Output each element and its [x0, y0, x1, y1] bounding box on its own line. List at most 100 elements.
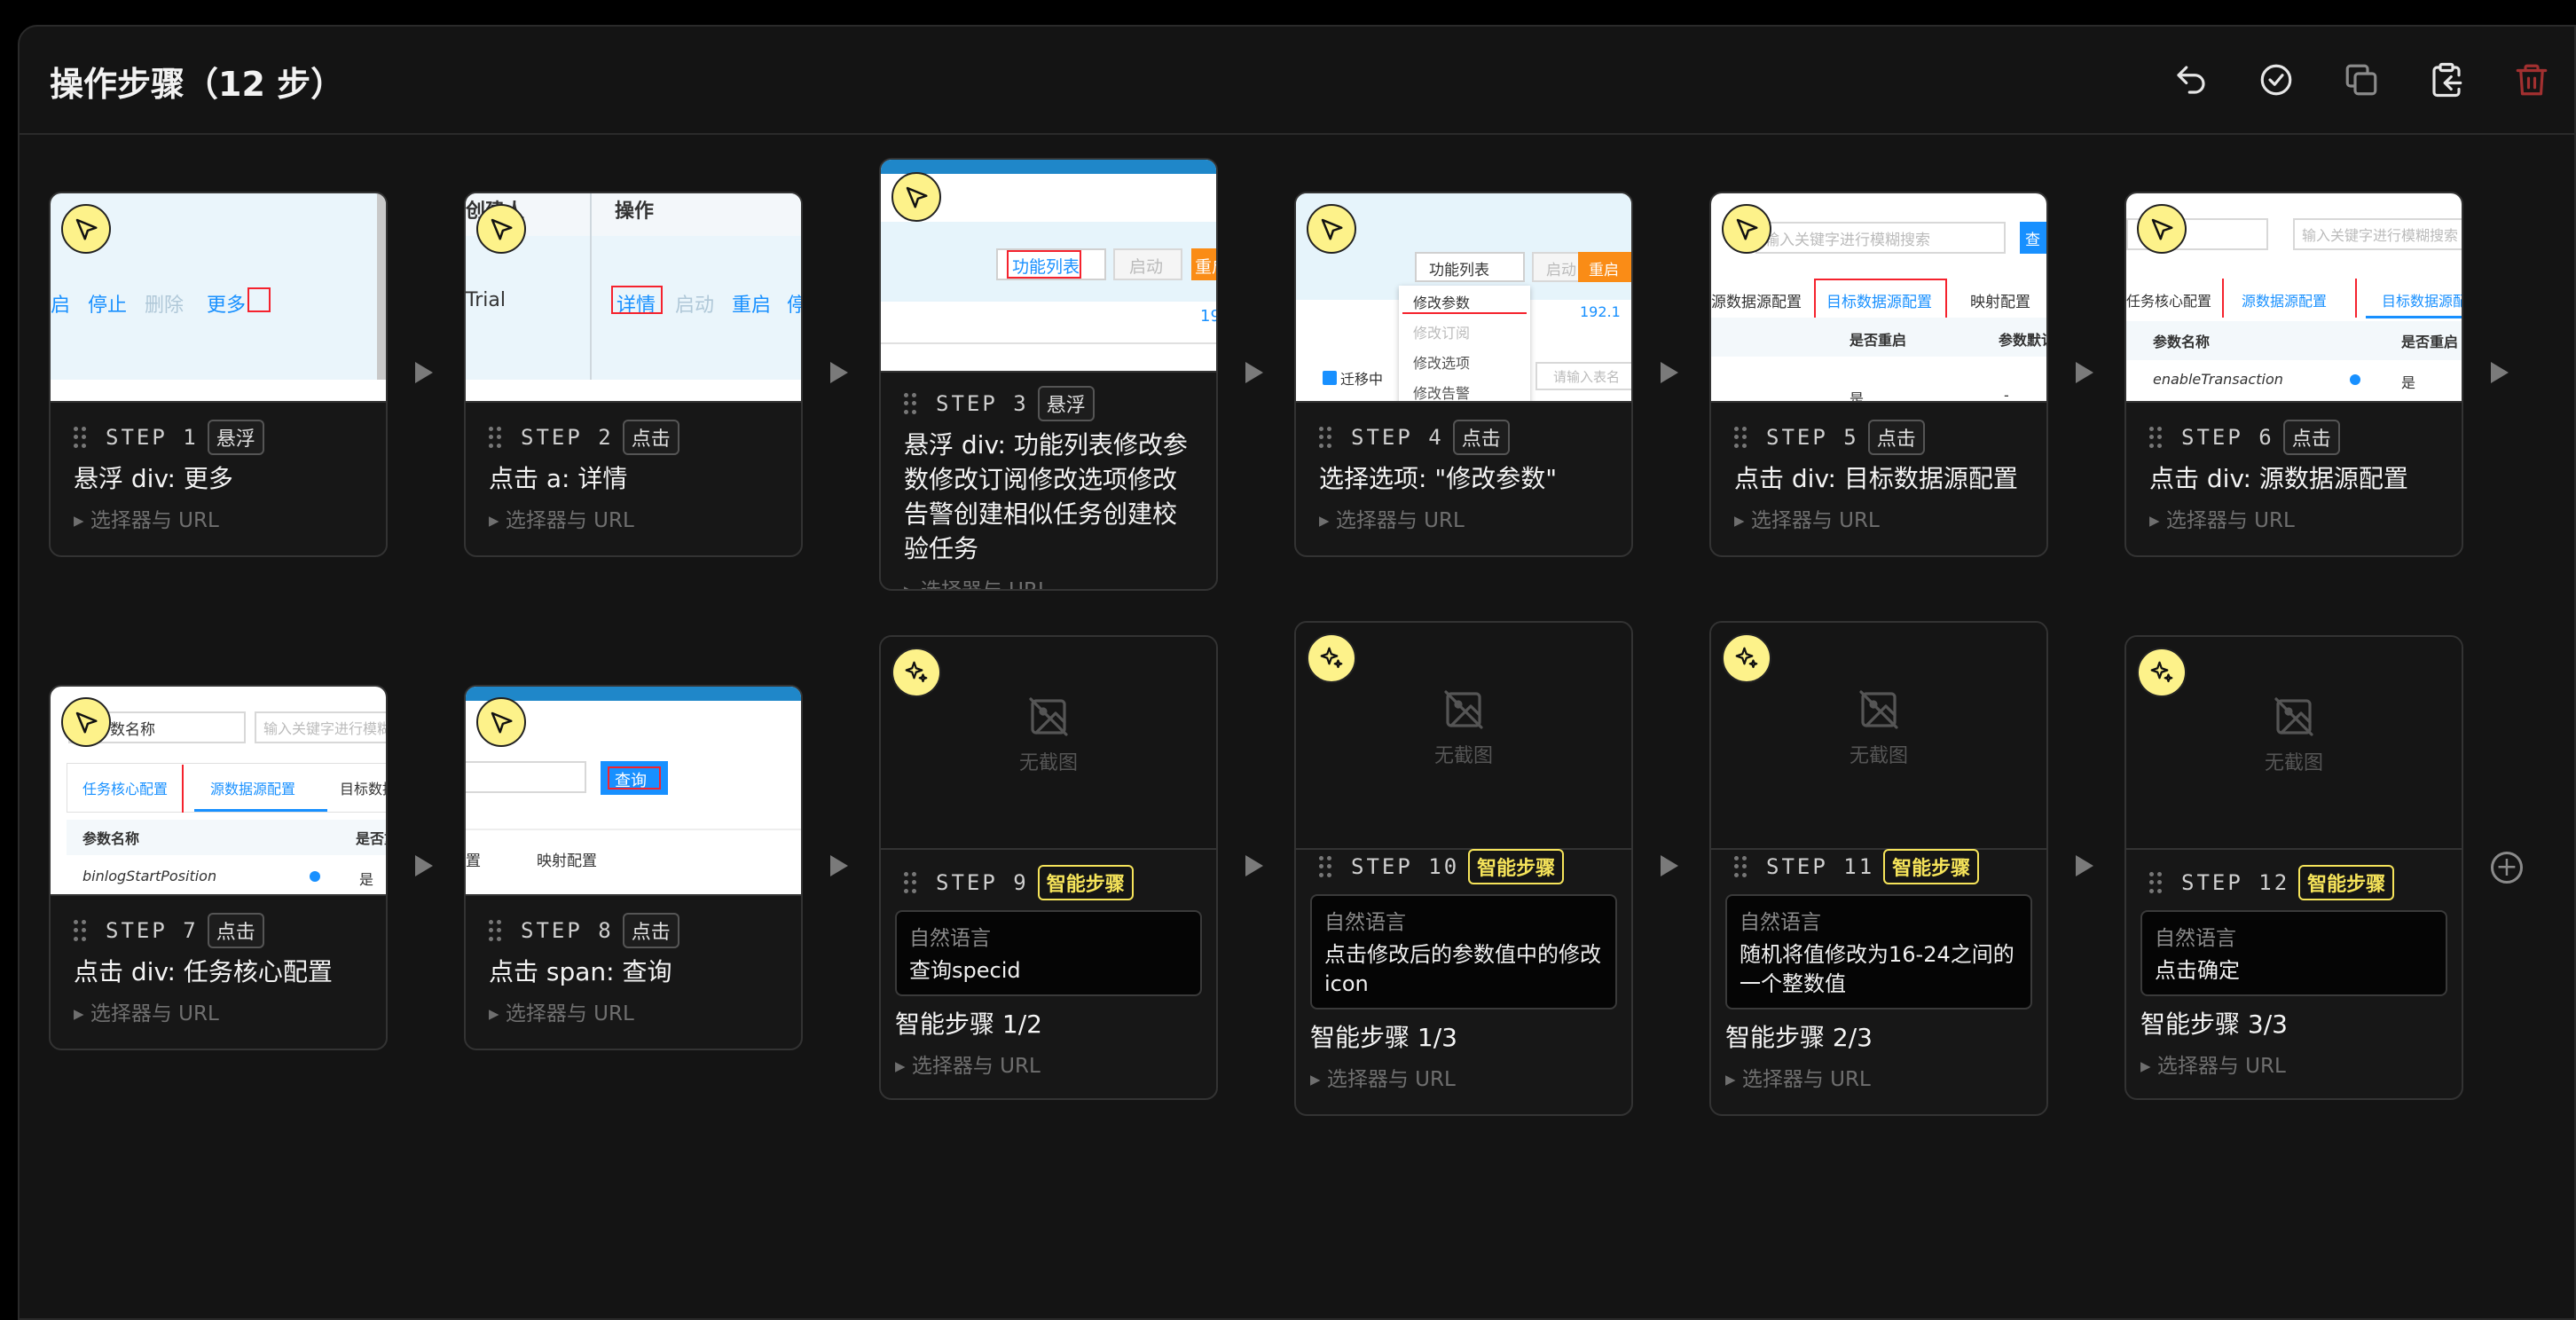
step-title: 悬浮 div: 功能列表修改参数修改订阅修改选项修改告警创建相似任务创建校验任务 [904, 430, 1188, 563]
step-number: STEP 5 [1766, 425, 1859, 450]
selector-url-toggle[interactable]: ▸ 选择器与 URL [1310, 1062, 1617, 1092]
step-card[interactable]: 无截图 STEP 12 智能步骤 自然语言 点击确定 智能步骤 3/3 ▸ 选择… [2124, 635, 2463, 1100]
flow-arrow [2076, 362, 2093, 383]
step-card[interactable]: 启 停止 删除 更多 STEP 1 悬浮 悬浮 div: 更多 ▸ 选择器与 U… [49, 192, 388, 557]
step-type-tag: 点击 [622, 913, 679, 948]
drag-handle[interactable] [1734, 427, 1747, 448]
trash-icon [2516, 64, 2548, 96]
sparkle-icon [905, 661, 928, 683]
ai-step-badge [2137, 648, 2187, 697]
confirm-button[interactable] [2251, 55, 2301, 105]
selector-url-toggle[interactable]: ▸ 选择器与 URL [1319, 503, 1608, 533]
copy-button[interactable] [2336, 55, 2386, 105]
flow-arrow [830, 362, 848, 383]
natural-language-box[interactable]: 自然语言 点击修改后的参数值中的修改icon [1310, 894, 1617, 1010]
step-title: 点击 div: 源数据源配置 [2149, 464, 2408, 493]
step-type-tag: 点击 [2282, 420, 2340, 455]
hover-step-badge [1307, 204, 1356, 254]
step-card[interactable]: 创建人 操作 Trial 详情 启动 重启 停 STEP 2 点击 点击 a: … [464, 192, 803, 557]
step-type-tag: 悬浮 [207, 420, 264, 455]
undo-button[interactable] [2166, 55, 2216, 105]
clipboard-icon [2432, 62, 2462, 98]
drag-handle[interactable] [74, 427, 86, 448]
selector-url-toggle[interactable]: ▸ 选择器与 URL [895, 1049, 1202, 1079]
drag-handle[interactable] [1734, 856, 1747, 877]
nl-text: 点击确定 [2155, 958, 2240, 983]
selector-url-toggle[interactable]: ▸ 选择器与 URL [1734, 503, 2023, 533]
top-strip [0, 0, 2576, 25]
check-circle-icon [2260, 64, 2292, 96]
sparkle-icon [1735, 647, 1758, 669]
drag-handle[interactable] [904, 393, 916, 414]
pointer-cursor-icon [491, 218, 513, 240]
step-card[interactable]: 称 输入关键字进行模糊搜索 任务核心配置 源数据源配置 目标数据源配 参数名称 … [2124, 192, 2463, 557]
pointer-cursor-icon [491, 711, 513, 734]
delete-button[interactable] [2507, 55, 2556, 105]
selector-url-toggle[interactable]: ▸ 选择器与 URL [2149, 503, 2439, 533]
flow-arrow [1245, 855, 1263, 876]
step-card[interactable]: 无截图 STEP 11 智能步骤 自然语言 随机将值修改为16-24之间的一个整… [1709, 621, 2048, 1116]
step-type-tag: 点击 [1867, 420, 1925, 455]
drag-handle[interactable] [489, 920, 501, 941]
sparkle-icon [1320, 647, 1343, 669]
selector-url-toggle[interactable]: ▸ 选择器与 URL [489, 996, 778, 1026]
step-title: 点击 span: 查询 [489, 957, 672, 986]
natural-language-box[interactable]: 自然语言 查询specid [895, 910, 1202, 996]
flow-arrow [1245, 362, 1263, 383]
selector-url-toggle[interactable]: ▸ 选择器与 URL [74, 996, 363, 1026]
drag-handle[interactable] [904, 872, 916, 893]
natural-language-box[interactable]: 自然语言 随机将值修改为16-24之间的一个整数值 [1725, 894, 2032, 1010]
step-type-tag: 悬浮 [1037, 386, 1095, 421]
drag-handle[interactable] [1319, 427, 1331, 448]
add-step-button[interactable]: + [2491, 852, 2523, 884]
step-number: STEP 7 [106, 918, 199, 943]
drag-handle[interactable] [1319, 856, 1331, 877]
step-card[interactable]: 功能列表 启动 重启 修改参数 修改订阅 修改选项 修改告警 迁移中 192.1… [1294, 192, 1633, 557]
pointer-cursor-icon [2151, 218, 2173, 240]
step-title: 选择选项: "修改参数" [1319, 464, 1558, 493]
no-screenshot-label: 无截图 [2264, 752, 2323, 774]
paste-button[interactable] [2422, 55, 2471, 105]
step-number: STEP 6 [2181, 425, 2274, 450]
step-number: STEP 10 [1351, 854, 1460, 879]
hover-step-badge [61, 697, 111, 747]
flow-arrow [1661, 855, 1678, 876]
natural-language-box[interactable]: 自然语言 点击确定 [2140, 910, 2447, 996]
step-card[interactable]: 功能列表 启动 重启 192. STEP 3 悬浮 悬浮 div: 功能列表修改… [879, 158, 1218, 591]
step-type-tag: 点击 [622, 420, 679, 455]
drag-handle[interactable] [489, 427, 501, 448]
ai-step-badge [1307, 633, 1356, 683]
step-number: STEP 11 [1766, 854, 1875, 879]
undo-icon [2177, 66, 2205, 94]
step-number: STEP 12 [2181, 870, 2290, 895]
hover-step-badge [891, 172, 941, 222]
pointer-cursor-icon [1321, 218, 1343, 240]
page-title: 操作步骤（12 步） [50, 65, 345, 104]
plus-circle-icon: + [2495, 852, 2518, 883]
copy-icon [2345, 64, 2377, 96]
step-card[interactable]: 无截图 STEP 9 智能步骤 自然语言 查询specid 智能步骤 1/2 ▸… [879, 635, 1218, 1100]
selector-url-toggle[interactable]: ▸ 选择器与 URL [904, 573, 1193, 589]
step-card[interactable]: 查询 置 映射配置 STEP 8 点击 点击 span: 查询 ▸ 选择器与 U… [464, 685, 803, 1050]
selector-url-toggle[interactable]: ▸ 选择器与 URL [2140, 1049, 2447, 1079]
pointer-cursor-icon [1736, 218, 1758, 240]
selector-url-toggle[interactable]: ▸ 选择器与 URL [489, 503, 778, 533]
selector-url-toggle[interactable]: ▸ 选择器与 URL [74, 503, 363, 533]
pointer-cursor-icon [75, 218, 98, 240]
step-card[interactable]: 输入关键字进行模糊搜索 查 源数据源配置 目标数据源配置 映射配置 是否重启 参… [1709, 192, 2048, 557]
step-title: 点击 a: 详情 [489, 464, 628, 493]
step-card[interactable]: 参数名称 输入关键字进行模糊搜 任务核心配置 源数据源配置 目标数据 参数名称 … [49, 685, 388, 1050]
step-type-tag: 智能步骤 [1037, 865, 1134, 900]
step-number: STEP 1 [106, 425, 199, 450]
drag-handle[interactable] [2149, 872, 2162, 893]
drag-handle[interactable] [2149, 427, 2162, 448]
hover-step-badge [2137, 204, 2187, 254]
selector-url-toggle[interactable]: ▸ 选择器与 URL [1725, 1062, 2032, 1092]
nl-header: 自然语言 [2155, 927, 2236, 950]
step-card[interactable]: 无截图 STEP 10 智能步骤 自然语言 点击修改后的参数值中的修改icon … [1294, 621, 1633, 1116]
drag-handle[interactable] [74, 920, 86, 941]
step-type-tag: 智能步骤 [2298, 865, 2395, 900]
flow-arrow [2076, 855, 2093, 876]
flow-arrow [415, 362, 433, 383]
no-screenshot-label: 无截图 [1849, 745, 1908, 767]
